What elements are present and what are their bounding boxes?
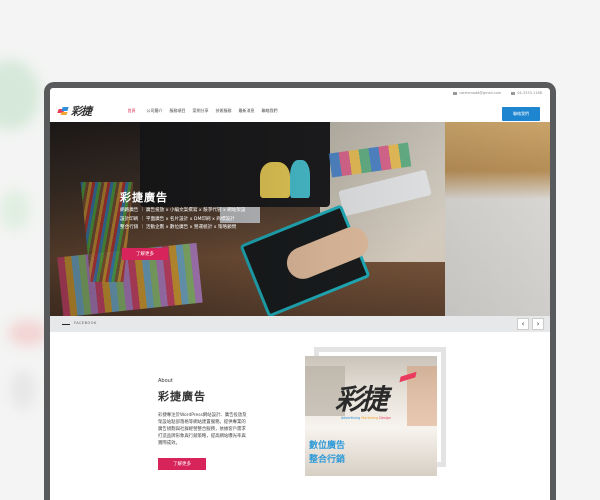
about-image-line2: 整合行銷 [309, 455, 346, 465]
nav-item-news[interactable]: 最新消息 [235, 108, 258, 114]
about-tagline-word: Design [379, 416, 391, 420]
nav-item-services[interactable]: 服務項目 [166, 108, 189, 114]
top-utility-bar: caizhenadd@gmail.com 04-3333-1188 [50, 88, 550, 98]
slider-indicator [62, 324, 70, 325]
main-nav: 首頁 公司簡介 服務項目 案例分享 技術服務 最新消息 聯絡我們 [120, 108, 281, 114]
hero-line: 網路廣告 ｜ 廣告投放 x 小編文案撰寫 x 競爭代管 x 網站架設 [120, 208, 246, 213]
phone-contact[interactable]: 04-3333-1188 [511, 91, 542, 95]
hero-slider: 彩捷廣告 網路廣告 ｜ 廣告投放 x 小編文案撰寫 x 競爭代管 x 網站架設 … [50, 122, 550, 316]
decor-blob [0, 190, 30, 230]
nav-item-tech[interactable]: 技術服務 [212, 108, 235, 114]
logo-mark-icon [57, 106, 69, 116]
hero-service-lines: 網路廣告 ｜ 廣告投放 x 小編文案撰寫 x 競爭代管 x 網站架設 設計印刷 … [120, 207, 246, 233]
slider-prev-button[interactable]: ‹ [517, 318, 529, 330]
decor-blob [10, 370, 36, 410]
logo-text: 彩捷 [71, 105, 92, 118]
about-image-line1: 數位廣告 [309, 441, 346, 451]
slider-next-button[interactable]: › [532, 318, 544, 330]
contact-button[interactable]: 聯絡我們 [502, 107, 540, 121]
about-tagline-word: Marketing [361, 416, 379, 420]
nav-item-cases[interactable]: 案例分享 [189, 108, 212, 114]
nav-item-home[interactable]: 首頁 [120, 108, 143, 114]
envelope-icon [453, 91, 458, 95]
about-section: About 彩捷廣告 彩捷專注於WordPress網站設計、廣告投放及架設站點部… [50, 332, 550, 500]
hero-line: 整合行銷 ｜ 活動企劃 x 數位廣告 x 營運統計 x 策略顧問 [120, 225, 237, 230]
website-screen: caizhenadd@gmail.com 04-3333-1188 彩捷 首頁 … [50, 88, 550, 500]
about-image: 彩捷 Advertising Marketing Design 數位廣告 整合行… [305, 356, 437, 476]
decor-blob [0, 60, 40, 130]
about-image-logo: 彩捷 [335, 383, 388, 416]
slider-controls: FACEBOOK ‹ › [50, 316, 550, 332]
nav-item-contact[interactable]: 聯絡我們 [258, 108, 281, 114]
email-contact[interactable]: caizhenadd@gmail.com [453, 91, 501, 95]
phone-text: 04-3333-1188 [517, 91, 542, 95]
device-frame: caizhenadd@gmail.com 04-3333-1188 彩捷 首頁 … [44, 82, 556, 500]
slider-label[interactable]: FACEBOOK [74, 321, 97, 325]
about-image-tagline: Advertising Marketing Design [341, 416, 391, 420]
about-learn-more-button[interactable]: 了解更多 [158, 458, 206, 470]
email-text: caizhenadd@gmail.com [459, 91, 502, 95]
hero-title: 彩捷廣告 [120, 191, 168, 204]
about-description: 彩捷專注於WordPress網站設計、廣告投放及架設站點部落格等網站建置服務。提… [158, 413, 247, 446]
about-kicker: About [158, 378, 173, 384]
hero-learn-more-button[interactable]: 了解更多 [122, 248, 168, 260]
about-title: 彩捷廣告 [158, 390, 206, 403]
hero-line: 設計印刷 ｜ 平面廣告 x 名片設計 x DM印刷 x 商標設計 [120, 216, 235, 222]
about-tagline-word: Advertising [341, 416, 361, 420]
site-logo[interactable]: 彩捷 [57, 103, 118, 119]
phone-icon [511, 91, 516, 95]
nav-item-about[interactable]: 公司簡介 [143, 108, 166, 114]
site-header: 彩捷 首頁 公司簡介 服務項目 案例分享 技術服務 最新消息 聯絡我們 聯絡我們 [50, 98, 550, 124]
decor-blob [8, 320, 48, 346]
